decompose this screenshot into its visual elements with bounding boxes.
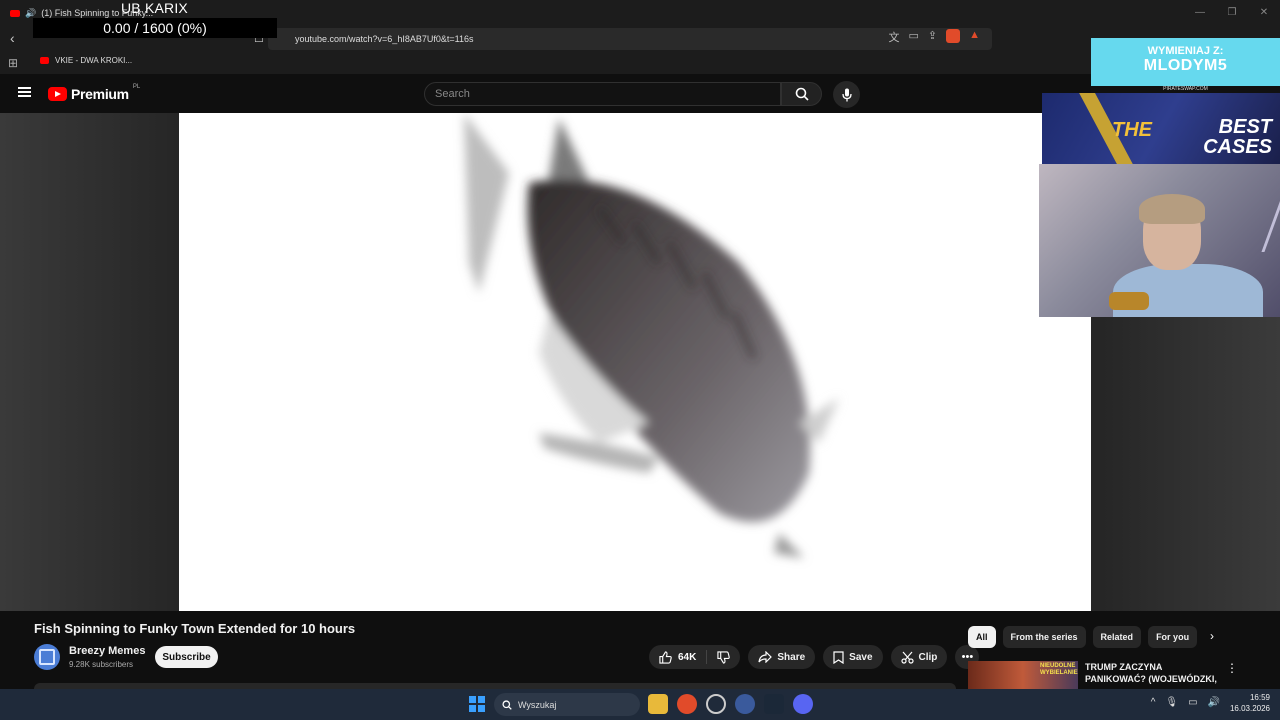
monitor-icon[interactable]: ▭ — [1188, 697, 1197, 708]
chip-all[interactable]: All — [968, 626, 996, 648]
window-controls: — ❐ ✕ — [1184, 0, 1280, 24]
clock-time: 16:59 — [1249, 693, 1270, 702]
cases-right-line1: BEST — [1218, 116, 1272, 138]
chevron-right-icon[interactable]: › — [1210, 629, 1214, 643]
youtube-logo[interactable]: Premium PL — [48, 84, 141, 102]
scissors-icon — [900, 651, 914, 664]
bookmark-item[interactable]: VKIE - DWA KROKI... — [40, 56, 132, 65]
bookmark-label: VKIE - DWA KROKI... — [55, 56, 133, 65]
save-label: Save — [849, 651, 873, 663]
youtube-play-icon — [48, 87, 67, 101]
channel-avatar[interactable] — [34, 644, 60, 670]
recommended-thumbnail[interactable]: NIEUDOLNE WYBIELANIE — [968, 661, 1078, 689]
windows-taskbar: Wyszukaj ^ 🎙 ▭ 🔊 16:59 16.03.2026 — [0, 689, 1280, 720]
overlay-counter: 0.00 / 1600 (0%) — [33, 18, 277, 38]
share-icon[interactable]: ⇪ — [928, 29, 937, 45]
youtube-favicon-icon — [40, 57, 49, 64]
webcam-hair — [1139, 194, 1205, 224]
promo-code: MLODYM5 — [1143, 57, 1228, 74]
logo-region: PL — [132, 84, 141, 90]
address-bar[interactable]: youtube.com/watch?v=6_hI8AB7Uf0&t=116s — [268, 28, 992, 50]
steam-icon[interactable] — [764, 694, 784, 714]
kebab-menu-icon[interactable]: ⋮ — [1226, 661, 1238, 675]
bookmarks-bar: ⊞ VKIE - DWA KROKI... — [0, 52, 1280, 74]
promo-site: PIRATESWAP.COM — [1091, 86, 1280, 93]
chip-from-series[interactable]: From the series — [1002, 626, 1086, 648]
clock-date: 16.03.2026 — [1229, 704, 1270, 713]
clip-button[interactable]: Clip — [890, 645, 948, 669]
video-frame-fish — [464, 113, 839, 558]
like-button[interactable]: 64K — [649, 645, 706, 669]
recommendation-chips: All From the series Related For you — [968, 626, 1198, 648]
video-actions: 64K Share Save Clip ••• — [649, 645, 980, 669]
share-button[interactable]: Share — [748, 645, 816, 669]
windows-start-icon[interactable] — [469, 696, 485, 712]
chip-related[interactable]: Related — [1092, 626, 1142, 648]
thumbs-up-icon — [659, 650, 672, 664]
webcam-microphone — [1109, 292, 1149, 310]
taskbar-search-label: Wyszukaj — [518, 699, 557, 710]
promo-banner: WYMIENIAJ Z: MLODYM5 PIRATESWAP.COM — [1091, 38, 1280, 93]
thumbnail-caption: NIEUDOLNE WYBIELANIE — [1040, 663, 1078, 676]
minimize-button[interactable]: — — [1184, 0, 1216, 24]
microphone-tray-icon[interactable]: 🎙 — [1165, 697, 1178, 708]
promo-line1: WYMIENIAJ Z: — [1147, 45, 1224, 57]
url-text: youtube.com/watch?v=6_hI8AB7Uf0&t=116s — [295, 34, 474, 44]
discord-icon[interactable] — [793, 694, 813, 714]
app-circle-icon[interactable] — [706, 694, 726, 714]
video-title: Fish Spinning to Funky Town Extended for… — [34, 621, 356, 636]
voice-search-button[interactable] — [833, 81, 860, 108]
overlay-title: UB KARIX — [121, 0, 188, 16]
video-player[interactable] — [179, 113, 1091, 611]
taskbar-apps — [648, 694, 813, 714]
taskbar-clock[interactable]: 16:59 16.03.2026 — [1230, 692, 1270, 714]
microphone-icon — [841, 88, 852, 101]
volume-icon[interactable]: 🔊 — [1208, 697, 1220, 708]
taskbar-search[interactable]: Wyszukaj — [494, 693, 640, 716]
chevron-up-icon[interactable]: ^ — [1151, 697, 1156, 708]
maximize-button[interactable]: ❐ — [1216, 0, 1248, 24]
share-arrow-icon — [758, 651, 773, 663]
like-dislike-group: 64K — [649, 645, 741, 669]
apps-grid-icon[interactable]: ⊞ — [8, 56, 18, 70]
cast-icon[interactable]: ▭ — [908, 29, 918, 45]
search-icon — [502, 699, 512, 710]
chip-for-you[interactable]: For you — [1148, 626, 1198, 648]
video-info: Fish Spinning to Funky Town Extended for… — [0, 611, 1280, 696]
app-globe-icon[interactable] — [735, 694, 755, 714]
speaker-icon: 🔊 — [25, 7, 37, 18]
streamer-webcam — [1039, 164, 1280, 317]
share-label: Share — [777, 651, 806, 663]
thumbs-down-icon — [717, 650, 731, 664]
search-input[interactable]: Search — [424, 82, 781, 106]
translate-icon[interactable]: 文 — [888, 29, 899, 45]
like-count: 64K — [678, 651, 697, 663]
clip-label: Clip — [918, 651, 938, 663]
search-placeholder: Search — [435, 88, 470, 100]
save-button[interactable]: Save — [823, 645, 883, 669]
dislike-button[interactable] — [707, 645, 740, 669]
cases-left-text: THE — [1112, 119, 1152, 141]
brave-rewards-icon[interactable]: ▲ — [969, 29, 980, 45]
search-button[interactable] — [781, 82, 822, 106]
subscriber-count: 9.28K subscribers — [69, 660, 134, 669]
youtube-favicon-icon — [10, 9, 20, 17]
menu-icon[interactable] — [18, 87, 31, 97]
brave-shields-icon[interactable] — [946, 29, 961, 43]
cases-right-line2: CASES — [1203, 136, 1272, 158]
cases-right-text: BEST CASES — [1203, 117, 1272, 157]
bookmark-save-icon — [833, 650, 844, 664]
file-explorer-icon[interactable] — [648, 694, 668, 714]
back-button[interactable]: ‹ — [10, 30, 15, 46]
address-bar-icons: 文 ▭ ⇪ ▲ — [888, 29, 980, 45]
search-icon — [795, 87, 809, 101]
brave-browser-icon[interactable] — [677, 694, 697, 714]
lightning-graphic — [1204, 172, 1280, 252]
subscribe-button[interactable]: Subscribe — [155, 646, 218, 668]
logo-text: Premium — [71, 86, 129, 102]
cases-banner: THE BEST CASES — [1042, 93, 1280, 164]
system-tray: ^ 🎙 ▭ 🔊 — [1151, 697, 1220, 708]
close-button[interactable]: ✕ — [1248, 0, 1280, 24]
channel-name[interactable]: Breezy Memes — [69, 645, 145, 657]
